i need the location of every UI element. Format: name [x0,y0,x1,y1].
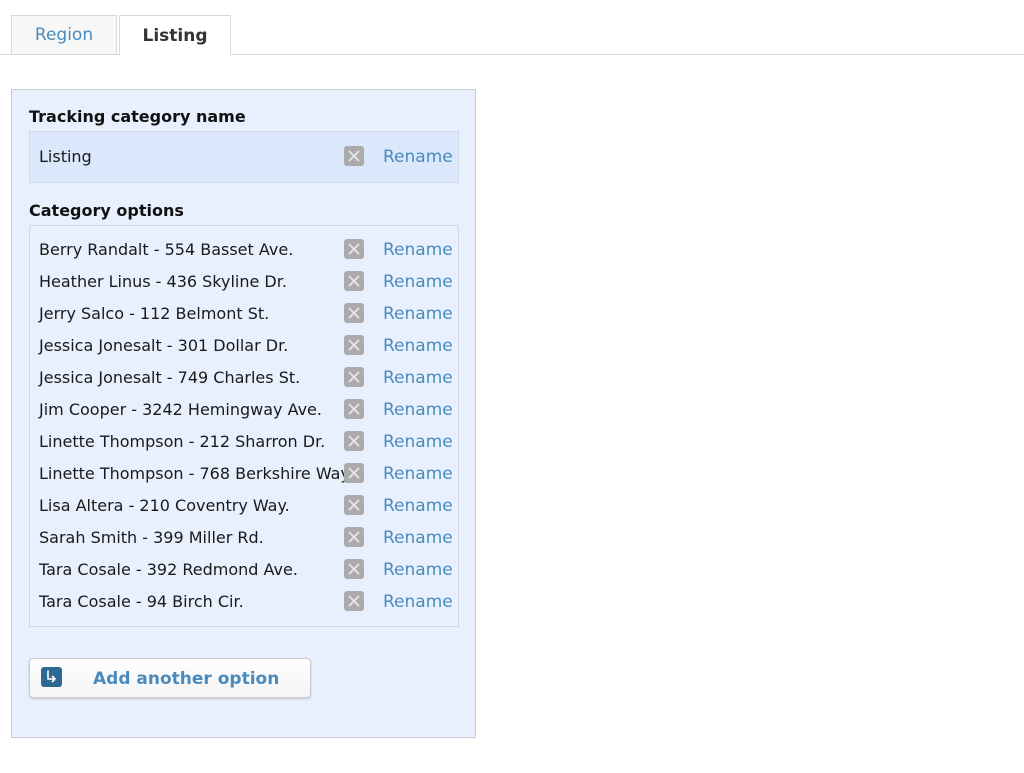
list-item: Tara Cosale - 94 Birch Cir. Rename [30,587,458,617]
rename-link[interactable]: Rename [383,336,453,356]
option-label: Lisa Altera - 210 Coventry Way. [39,496,290,515]
list-item: Berry Randalt - 554 Basset Ave. Rename [30,235,458,265]
option-label: Heather Linus - 436 Skyline Dr. [39,272,287,291]
rename-link[interactable]: Rename [383,240,453,260]
add-another-option-button[interactable]: Add another option [29,658,311,698]
list-item: Jessica Jonesalt - 301 Dollar Dr. Rename [30,331,458,361]
list-item: Heather Linus - 436 Skyline Dr. Rename [30,267,458,297]
option-label: Sarah Smith - 399 Miller Rd. [39,528,264,547]
option-label: Tara Cosale - 392 Redmond Ave. [39,560,298,579]
rename-link[interactable]: Rename [383,528,453,548]
add-another-option-label: Add another option [93,669,280,689]
category-options-list: Berry Randalt - 554 Basset Ave. Rename H… [29,225,459,627]
tracking-category-title: Tracking category name [29,107,246,126]
list-item: Lisa Altera - 210 Coventry Way. Rename [30,491,458,521]
rename-link[interactable]: Rename [383,464,453,484]
delete-icon[interactable] [344,431,364,451]
rename-link[interactable]: Rename [383,592,453,612]
rename-link[interactable]: Rename [383,304,453,324]
list-item: Sarah Smith - 399 Miller Rd. Rename [30,523,458,553]
delete-icon[interactable] [344,335,364,355]
tab-region-label: Region [34,25,94,45]
option-label: Jerry Salco - 112 Belmont St. [39,304,270,323]
option-label: Tara Cosale - 94 Birch Cir. [39,592,244,611]
rename-link[interactable]: Rename [383,272,453,292]
rename-link[interactable]: Rename [383,147,453,167]
delete-icon[interactable] [344,146,364,166]
list-item: Linette Thompson - 212 Sharron Dr. Renam… [30,427,458,457]
list-item: Jerry Salco - 112 Belmont St. Rename [30,299,458,329]
tracking-category-panel: Tracking category name Listing Rename Ca… [11,89,476,738]
rename-link[interactable]: Rename [383,368,453,388]
tracking-category-name: Listing [39,147,92,166]
return-arrow-icon [41,667,62,687]
rename-link[interactable]: Rename [383,432,453,452]
category-options-title: Category options [29,201,184,220]
option-label: Jim Cooper - 3242 Hemingway Ave. [39,400,322,419]
option-label: Jessica Jonesalt - 301 Dollar Dr. [39,336,289,355]
delete-icon[interactable] [344,239,364,259]
delete-icon[interactable] [344,271,364,291]
delete-icon[interactable] [344,495,364,515]
tab-bar: Region Listing [0,0,1024,55]
delete-icon[interactable] [344,559,364,579]
rename-link[interactable]: Rename [383,400,453,420]
list-item: Tara Cosale - 392 Redmond Ave. Rename [30,555,458,585]
rename-link[interactable]: Rename [383,560,453,580]
option-label: Jessica Jonesalt - 749 Charles St. [39,368,301,387]
delete-icon[interactable] [344,527,364,547]
tracking-category-name-box: Listing Rename [29,131,459,183]
tab-region[interactable]: Region [11,15,117,54]
delete-icon[interactable] [344,367,364,387]
option-label: Linette Thompson - 212 Sharron Dr. [39,432,326,451]
option-label: Berry Randalt - 554 Basset Ave. [39,240,294,259]
delete-icon[interactable] [344,303,364,323]
list-item: Jessica Jonesalt - 749 Charles St. Renam… [30,363,458,393]
delete-icon[interactable] [344,591,364,611]
tracking-category-row: Listing Rename [30,142,458,172]
option-label: Linette Thompson - 768 Berkshire Way. [39,464,353,483]
list-item: Jim Cooper - 3242 Hemingway Ave. Rename [30,395,458,425]
rename-link[interactable]: Rename [383,496,453,516]
tab-listing-label: Listing [142,25,208,46]
delete-icon[interactable] [344,463,364,483]
tab-listing[interactable]: Listing [119,15,231,55]
list-item: Linette Thompson - 768 Berkshire Way. Re… [30,459,458,489]
delete-icon[interactable] [344,399,364,419]
